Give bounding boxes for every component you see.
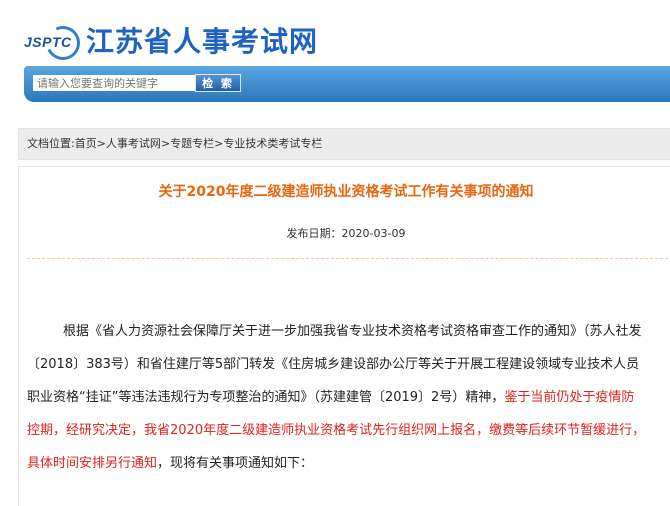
article-title: 关于2020年度二级建造师执业资格考试工作有关事项的通知: [158, 184, 534, 200]
breadcrumb-separator: >: [96, 137, 106, 150]
breadcrumb-separator: >: [214, 137, 224, 150]
breadcrumb: 文档位置:首页>人事考试网>专题专栏>专业技术类考试专栏: [18, 128, 670, 160]
breadcrumb-prefix: 文档位置:: [27, 137, 75, 150]
article-panel: 关于2020年度二级建造师执业资格考试工作有关事项的通知 发布日期：2020-0…: [18, 166, 670, 506]
title-divider: [27, 258, 670, 259]
search-bar: 检 索: [24, 66, 670, 102]
paragraph-tail: ，现将有关事项通知如下：: [157, 456, 314, 471]
breadcrumb-separator: >: [160, 137, 171, 150]
breadcrumb-item-home[interactable]: 首页: [75, 137, 97, 150]
site-header: JSPTC 江苏省人事考试网: [14, 18, 318, 65]
breadcrumb-item-exam-site[interactable]: 人事考试网: [106, 137, 161, 150]
breadcrumb-item-professional-exams[interactable]: 专业技术类考试专栏: [223, 137, 322, 150]
breadcrumb-item-topics[interactable]: 专题专栏: [170, 137, 214, 150]
article-body: 根据《省人力资源社会保障厅关于进一步加强我省专业技术资格考试资格审查工作的通知》…: [27, 315, 647, 480]
logo-abbr: JSPTC: [24, 34, 72, 50]
publish-date: 发布日期：2020-03-09: [286, 227, 406, 240]
search-input[interactable]: [33, 75, 195, 91]
site-title[interactable]: 江苏省人事考试网: [86, 20, 318, 60]
search-button[interactable]: 检 索: [195, 74, 241, 92]
jsptc-logo[interactable]: JSPTC: [14, 20, 85, 65]
